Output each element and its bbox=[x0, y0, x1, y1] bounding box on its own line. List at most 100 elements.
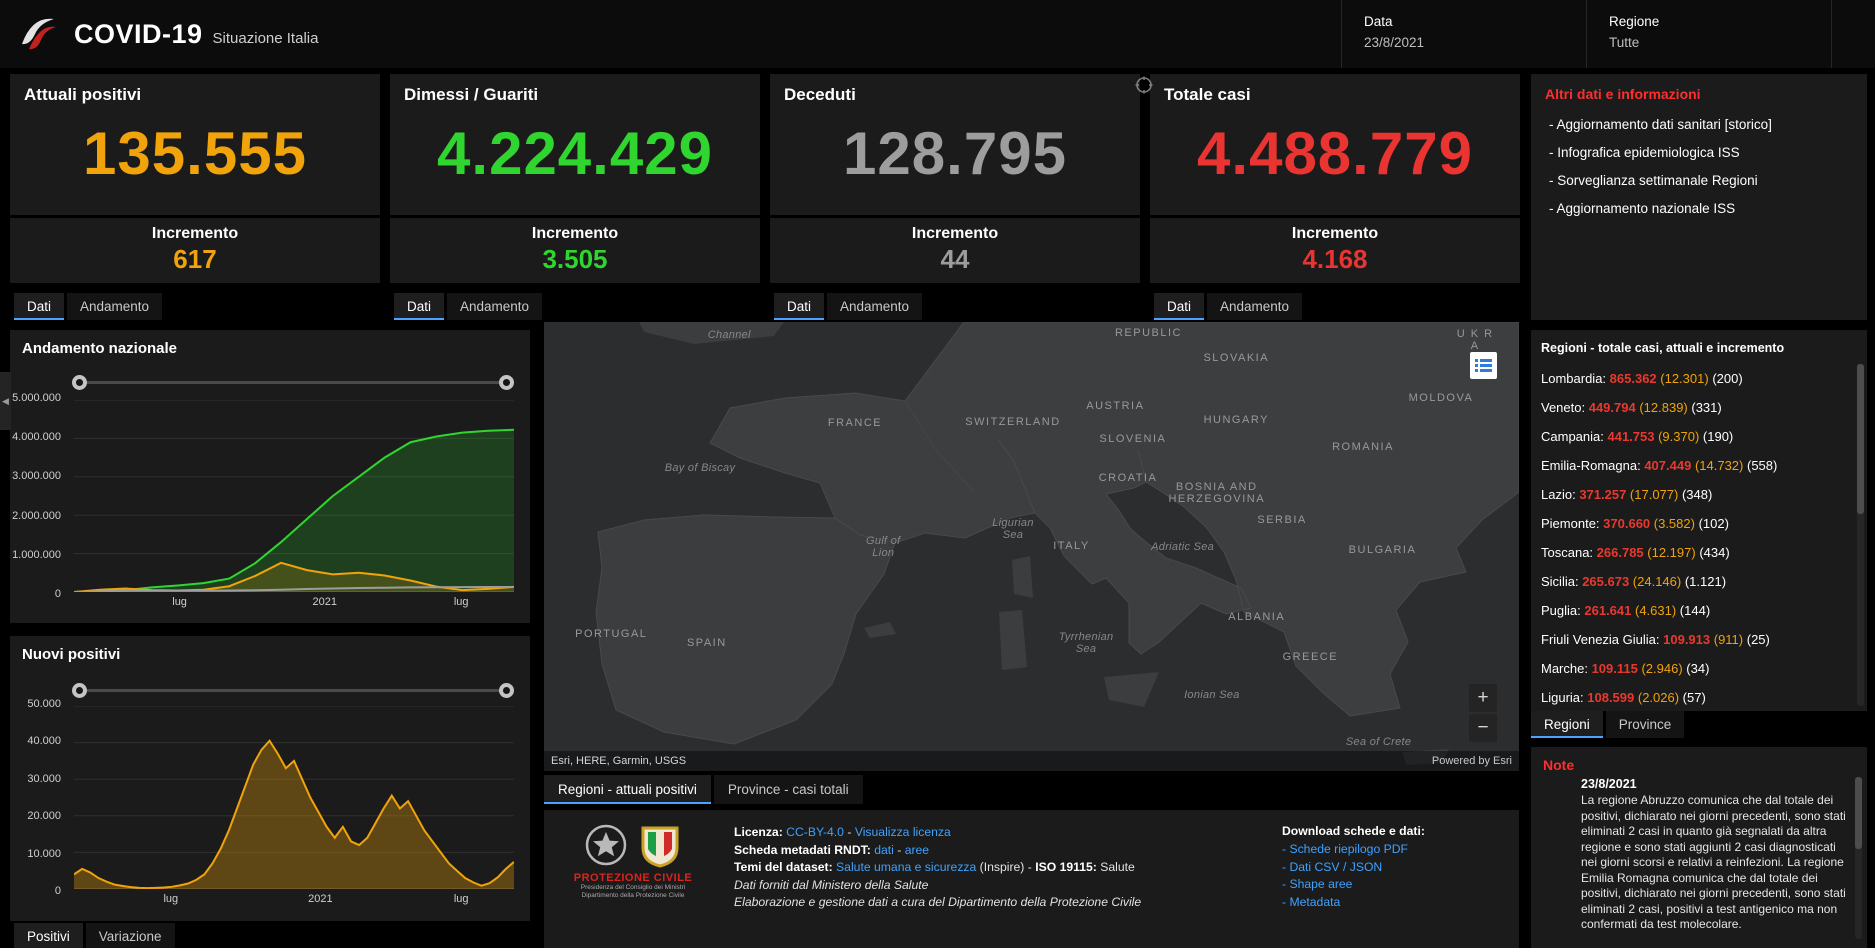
region-row[interactable]: Veneto: 449.794 (12.839) (331) bbox=[1541, 393, 1853, 422]
tab-dati[interactable]: Dati bbox=[14, 293, 64, 320]
tab-andamento[interactable]: Andamento bbox=[447, 293, 542, 320]
map-country-label: SWITZERLAND bbox=[965, 416, 1060, 428]
increment-value: 4.168 bbox=[1150, 244, 1520, 275]
increment-label: Incremento bbox=[10, 225, 380, 243]
dpc-logo-icon bbox=[16, 12, 60, 56]
license-line: Scheda metadati RNDT: dati - aree bbox=[734, 842, 1274, 860]
license-link[interactable]: CC-BY-4.0 bbox=[786, 825, 844, 839]
region-row[interactable]: Sicilia: 265.673 (24.146) (1.121) bbox=[1541, 567, 1853, 596]
license-link[interactable]: aree bbox=[905, 843, 929, 857]
region-increment: (144) bbox=[1680, 603, 1710, 618]
kpi-increment-block: Incremento 3.505 bbox=[390, 215, 760, 283]
map-sea-label: Bay of Biscay bbox=[665, 462, 736, 474]
license-link[interactable]: Visualizza licenza bbox=[855, 825, 951, 839]
info-link[interactable]: - Aggiornamento dati sanitari [storico] bbox=[1545, 116, 1790, 133]
download-link[interactable]: - Schede riepilogo PDF bbox=[1282, 841, 1512, 859]
tab-andamento[interactable]: Andamento bbox=[827, 293, 922, 320]
license-link[interactable]: Salute umana e sicurezza bbox=[836, 860, 976, 874]
tab-regioni[interactable]: Regioni bbox=[1531, 711, 1603, 738]
region-selector[interactable]: Regione Tutte bbox=[1586, 0, 1831, 68]
region-total-cases: 370.660 bbox=[1603, 516, 1654, 531]
map-attribution: Esri, HERE, Garmin, USGS Powered by Esri bbox=[544, 751, 1519, 771]
note-scrollbar[interactable] bbox=[1855, 777, 1862, 939]
region-row[interactable]: Friuli Venezia Giulia: 109.913 (911) (25… bbox=[1541, 625, 1853, 654]
y-axis-tick: 2.000.000 bbox=[12, 510, 61, 522]
map-country-label: BULGARIA bbox=[1349, 544, 1417, 556]
zoom-out-button[interactable]: − bbox=[1469, 714, 1497, 742]
regions-list: Lombardia: 865.362 (12.301) (200)Veneto:… bbox=[1541, 364, 1853, 711]
download-link[interactable]: - Shape aree bbox=[1282, 876, 1512, 894]
kpi-title: Totale casi bbox=[1150, 74, 1520, 105]
tab-province[interactable]: Province bbox=[1606, 711, 1685, 738]
tab-andamento[interactable]: Andamento bbox=[1207, 293, 1302, 320]
layer-list-button[interactable] bbox=[1470, 352, 1497, 379]
region-row[interactable]: Piemonte: 370.660 (3.582) (102) bbox=[1541, 509, 1853, 538]
time-range-slider[interactable] bbox=[72, 682, 514, 698]
tab-dati[interactable]: Dati bbox=[394, 293, 444, 320]
widget-options-icon[interactable] bbox=[1135, 76, 1153, 94]
tab-andamento[interactable]: Andamento bbox=[67, 293, 162, 320]
download-link[interactable]: - Dati CSV / JSON bbox=[1282, 859, 1512, 877]
scrollbar-thumb[interactable] bbox=[1857, 364, 1864, 514]
europe-map[interactable]: ChannelREPUBLICU K R ASLOVAKIAMOLDOVAAUS… bbox=[544, 322, 1519, 771]
increment-label: Incremento bbox=[390, 225, 760, 243]
region-row[interactable]: Toscana: 266.785 (12.197) (434) bbox=[1541, 538, 1853, 567]
time-range-slider[interactable] bbox=[72, 374, 514, 390]
map-country-label: PORTUGAL bbox=[575, 628, 647, 640]
tab-dati[interactable]: Dati bbox=[774, 293, 824, 320]
license-text: Temi del dataset: bbox=[734, 860, 836, 874]
region-row[interactable]: Puglia: 261.641 (4.631) (144) bbox=[1541, 596, 1853, 625]
x-axis: lug2021lug bbox=[74, 596, 514, 610]
y-axis-tick: 4.000.000 bbox=[12, 431, 61, 443]
regions-panel: Regioni - totale casi, attuali e increme… bbox=[1531, 330, 1867, 711]
range-handle-left[interactable] bbox=[72, 683, 87, 698]
range-handle-left[interactable] bbox=[72, 375, 87, 390]
increment-label: Incremento bbox=[1150, 225, 1520, 243]
region-row[interactable]: Emilia-Romagna: 407.449 (14.732) (558) bbox=[1541, 451, 1853, 480]
region-total-cases: 407.449 bbox=[1644, 458, 1695, 473]
info-link[interactable]: - Sorveglianza settimanale Regioni bbox=[1545, 172, 1790, 189]
region-row[interactable]: Liguria: 108.599 (2.026) (57) bbox=[1541, 683, 1853, 711]
region-row[interactable]: Lazio: 371.257 (17.077) (348) bbox=[1541, 480, 1853, 509]
map-sea-label: Gulf of Lion bbox=[866, 535, 901, 559]
license-link[interactable]: dati bbox=[874, 843, 894, 857]
tab-variazione[interactable]: Variazione bbox=[86, 923, 175, 948]
regions-scrollbar[interactable] bbox=[1857, 364, 1864, 706]
x-axis-tick: lug bbox=[172, 596, 187, 608]
increment-value: 3.505 bbox=[390, 244, 760, 275]
note-body: La regione Abruzzo comunica che dal tota… bbox=[1581, 793, 1847, 933]
andamento-chart[interactable] bbox=[74, 400, 514, 592]
region-current-positives: (9.370) bbox=[1658, 429, 1703, 444]
region-row[interactable]: Marche: 109.115 (2.946) (34) bbox=[1541, 654, 1853, 683]
tab-regioni-attuali-positivi[interactable]: Regioni - attuali positivi bbox=[544, 775, 711, 804]
range-handle-right[interactable] bbox=[499, 375, 514, 390]
date-selector[interactable]: Data 23/8/2021 bbox=[1341, 0, 1586, 68]
range-handle-right[interactable] bbox=[499, 683, 514, 698]
increment-label: Incremento bbox=[770, 225, 1140, 243]
download-title: Download schede e dati: bbox=[1282, 824, 1512, 838]
kpi-tabs-guariti: DatiAndamento bbox=[394, 293, 545, 321]
license-text: Salute bbox=[1100, 860, 1135, 874]
info-link[interactable]: - Aggiornamento nazionale ISS bbox=[1545, 200, 1790, 217]
app-title: COVID-19 bbox=[74, 19, 203, 50]
tab-province-casi-totali[interactable]: Province - casi totali bbox=[714, 775, 863, 804]
collapse-left-panel-handle[interactable]: ◀ bbox=[0, 372, 11, 430]
scrollbar-thumb[interactable] bbox=[1855, 777, 1862, 849]
region-current-positives: (12.197) bbox=[1647, 545, 1699, 560]
download-link[interactable]: - Metadata bbox=[1282, 894, 1512, 912]
nuovi-chart[interactable] bbox=[74, 706, 514, 889]
attribution-text: Esri, HERE, Garmin, USGS bbox=[551, 751, 686, 771]
x-axis: lug2021lug bbox=[74, 893, 514, 907]
region-increment: (348) bbox=[1682, 487, 1712, 502]
tab-positivi[interactable]: Positivi bbox=[14, 923, 83, 948]
zoom-in-button[interactable]: + bbox=[1469, 684, 1497, 712]
y-axis-tick: 1.000.000 bbox=[12, 549, 61, 561]
tab-dati[interactable]: Dati bbox=[1154, 293, 1204, 320]
info-link[interactable]: - Infografica epidemiologica ISS bbox=[1545, 144, 1790, 161]
region-row[interactable]: Campania: 441.753 (9.370) (190) bbox=[1541, 422, 1853, 451]
list-icon bbox=[1475, 358, 1492, 373]
region-increment: (57) bbox=[1683, 690, 1706, 705]
license-text: ISO 19115: bbox=[1035, 860, 1100, 874]
region-row[interactable]: Lombardia: 865.362 (12.301) (200) bbox=[1541, 364, 1853, 393]
y-axis: 50.00040.00030.00020.00010.0000 bbox=[10, 698, 68, 897]
